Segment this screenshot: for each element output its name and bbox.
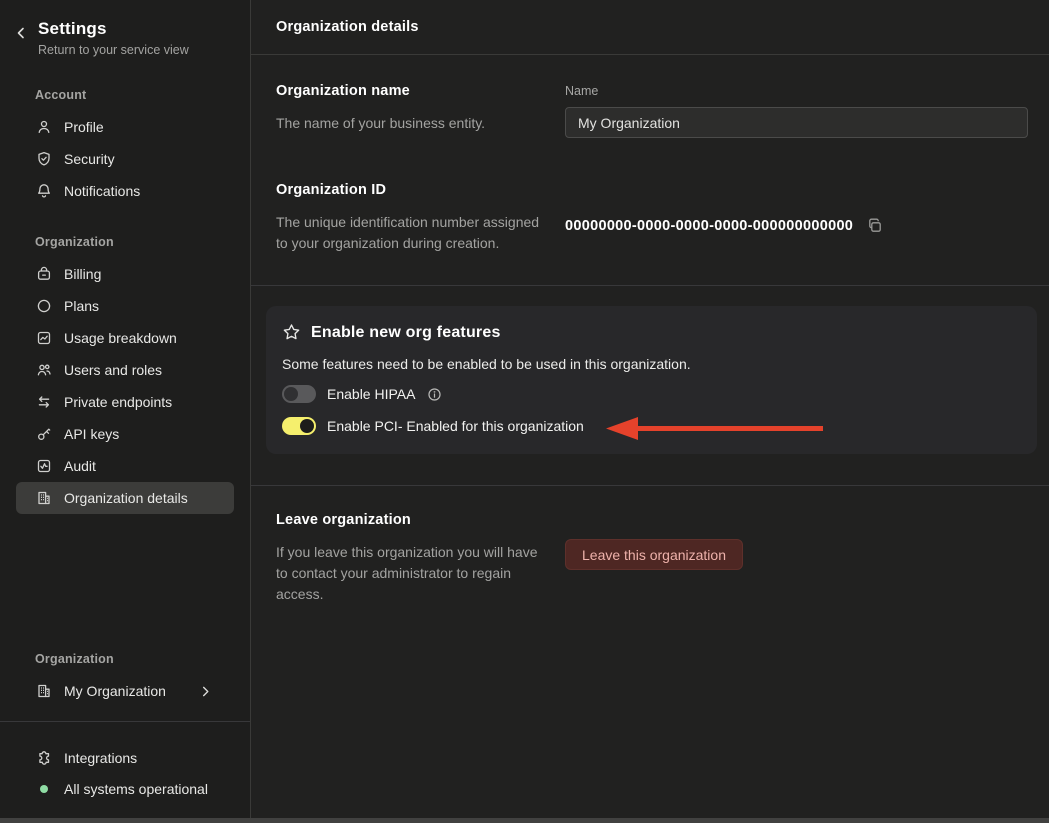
- system-status-label: All systems operational: [64, 780, 208, 797]
- section-divider: [251, 485, 1049, 486]
- integrations-label: Integrations: [64, 749, 138, 766]
- org-name-description: The name of your business entity.: [276, 115, 486, 131]
- chart-icon: [35, 330, 52, 347]
- sidebar-item-billing[interactable]: Billing: [16, 258, 234, 290]
- sidebar-header: Settings Return to your service view: [0, 0, 250, 57]
- sidebar-item-label: Billing: [64, 266, 102, 282]
- sidebar-item-notifications[interactable]: Notifications: [16, 175, 234, 207]
- swap-arrows-icon: [35, 394, 52, 411]
- back-button[interactable]: [11, 22, 31, 44]
- pci-toggle-label: Enable PCI- Enabled for this organizatio…: [327, 418, 584, 434]
- sidebar-item-label: Organization details: [64, 490, 188, 506]
- status-dot-icon: [35, 780, 52, 797]
- section-divider: [251, 285, 1049, 286]
- key-icon: [35, 426, 52, 443]
- building-icon: [35, 490, 52, 507]
- hipaa-info-button[interactable]: [427, 387, 442, 402]
- hipaa-toggle-label: Enable HIPAA: [327, 386, 416, 402]
- hipaa-toggle[interactable]: [282, 385, 316, 403]
- org-switcher-label: Organization: [35, 652, 114, 666]
- leave-organization-button[interactable]: Leave this organization: [565, 539, 743, 570]
- shield-check-icon: [35, 151, 52, 168]
- sidebar-item-label: Usage breakdown: [64, 330, 177, 346]
- org-switcher-section: Organization My Organization: [0, 624, 250, 721]
- user-icon: [35, 119, 52, 136]
- org-id-section: Organization ID The unique identificatio…: [251, 182, 1049, 254]
- org-name-section: Organization name The name of your busin…: [251, 83, 1049, 138]
- star-icon: [282, 323, 301, 342]
- audit-icon: [35, 458, 52, 475]
- org-id-value: 00000000-0000-0000-0000-000000000000: [565, 218, 854, 234]
- sidebar-item-label: Users and roles: [64, 362, 163, 378]
- leave-heading: Leave organization: [276, 512, 411, 528]
- sidebar-item-label: Profile: [64, 119, 104, 135]
- copy-button[interactable]: [867, 218, 883, 234]
- circle-icon: [35, 298, 52, 315]
- settings-sidebar: Settings Return to your service view Acc…: [0, 0, 251, 818]
- pci-toggle-row: Enable PCI- Enabled for this organizatio…: [282, 416, 1021, 436]
- hipaa-toggle-row: Enable HIPAA: [282, 384, 1021, 404]
- copy-icon: [867, 218, 883, 234]
- org-features-card: Enable new org features Some features ne…: [266, 306, 1037, 454]
- org-name-input[interactable]: [565, 107, 1028, 138]
- section-label-organization: Organization: [35, 235, 114, 249]
- sidebar-item-security[interactable]: Security: [16, 143, 234, 175]
- sidebar-item-usage-breakdown[interactable]: Usage breakdown: [16, 322, 234, 354]
- sidebar-item-label: API keys: [64, 426, 120, 442]
- chevron-left-icon: [15, 27, 27, 39]
- sidebar-item-label: Audit: [64, 458, 96, 474]
- system-status[interactable]: All systems operational: [16, 773, 234, 804]
- sidebar-item-label: Notifications: [64, 183, 141, 199]
- main-panel: Organization details Organization name T…: [251, 0, 1049, 818]
- sidebar-item-plans[interactable]: Plans: [16, 290, 234, 322]
- org-id-heading: Organization ID: [276, 182, 387, 198]
- features-description: Some features need to be enabled to be u…: [282, 356, 691, 372]
- window-bottom-edge: [0, 818, 1049, 823]
- page-header: Organization details: [251, 0, 1049, 55]
- sidebar-item-label: Private endpoints: [64, 394, 173, 410]
- users-icon: [35, 362, 52, 379]
- org-switcher[interactable]: My Organization: [16, 675, 234, 707]
- sidebar-item-label: Security: [64, 151, 115, 167]
- pci-toggle[interactable]: [282, 417, 316, 435]
- sidebar-item-private-endpoints[interactable]: Private endpoints: [16, 386, 234, 418]
- bell-icon: [35, 183, 52, 200]
- wallet-icon: [35, 266, 52, 283]
- sidebar-footer: Integrations All systems operational: [0, 722, 250, 818]
- sidebar-item-api-keys[interactable]: API keys: [16, 418, 234, 450]
- chevron-right-icon: [200, 686, 211, 697]
- app-window: Settings Return to your service view Acc…: [0, 0, 1049, 818]
- org-name-heading: Organization name: [276, 83, 410, 99]
- sidebar-title: Settings: [38, 19, 107, 38]
- page-content: Organization name The name of your busin…: [251, 55, 1049, 818]
- sidebar-item-organization-details[interactable]: Organization details: [16, 482, 234, 514]
- page-title: Organization details: [276, 19, 419, 35]
- features-heading: Enable new org features: [311, 323, 501, 341]
- info-icon: [427, 387, 442, 402]
- section-label-account: Account: [35, 88, 87, 102]
- org-switcher-value: My Organization: [64, 683, 166, 699]
- puzzle-icon: [35, 749, 52, 766]
- sidebar-item-label: Plans: [64, 298, 100, 314]
- sidebar-item-profile[interactable]: Profile: [16, 111, 234, 143]
- leave-org-section: Leave organization If you leave this org…: [251, 512, 1049, 605]
- integrations-link[interactable]: Integrations: [16, 742, 234, 773]
- sidebar-subtitle: Return to your service view: [38, 43, 189, 57]
- building-icon: [35, 683, 52, 700]
- sidebar-item-audit[interactable]: Audit: [16, 450, 234, 482]
- name-field-label: Name: [565, 84, 599, 98]
- org-id-description: The unique identification number assigne…: [276, 214, 540, 251]
- sidebar-item-users-and-roles[interactable]: Users and roles: [16, 354, 234, 386]
- leave-description: If you leave this organization you will …: [276, 544, 538, 602]
